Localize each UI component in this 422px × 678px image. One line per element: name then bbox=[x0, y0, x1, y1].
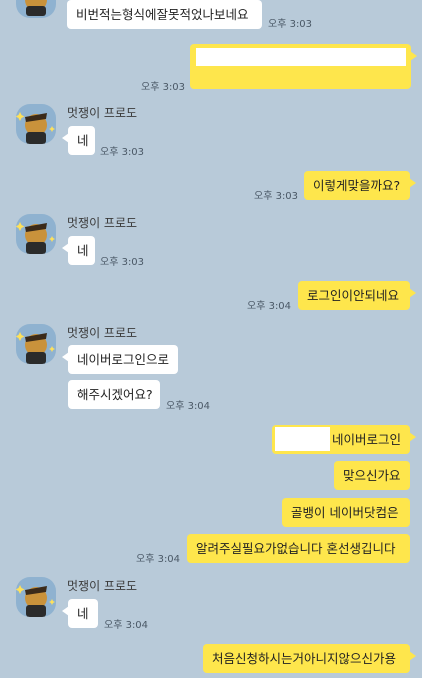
redaction-mask bbox=[275, 427, 330, 451]
profile-avatar[interactable] bbox=[16, 104, 56, 144]
redaction-mask bbox=[196, 48, 406, 66]
message-time: 오후 3:03 bbox=[100, 147, 145, 158]
message-bubble[interactable]: 알려주실필요가없습니다 혼선생깁니다 bbox=[187, 534, 410, 563]
message-time: 오후 3:04 bbox=[166, 401, 211, 412]
message-bubble[interactable]: 맞으신가요 bbox=[334, 461, 410, 490]
message-bubble[interactable]: 네 bbox=[62, 599, 98, 628]
message-time: 오후 3:03 bbox=[100, 257, 145, 268]
message-bubble-redacted[interactable] bbox=[190, 44, 417, 89]
profile-avatar[interactable] bbox=[16, 0, 56, 18]
message-time: 오후 3:04 bbox=[247, 301, 292, 312]
profile-avatar[interactable] bbox=[16, 577, 56, 617]
message-bubble[interactable]: 네이버로그인으로 bbox=[62, 345, 178, 374]
message-bubble[interactable]: 해주시겠어요? bbox=[68, 380, 160, 409]
message-bubble[interactable]: 네 bbox=[62, 126, 95, 155]
message-bubble[interactable]: 네 bbox=[62, 236, 95, 265]
message-time: 오후 3:03 bbox=[254, 191, 299, 202]
message-time: 오후 3:04 bbox=[104, 620, 149, 631]
message-time: 오후 3:03 bbox=[268, 19, 313, 30]
message-bubble[interactable]: 처음신청하시는거아니지않으신가용 bbox=[203, 644, 416, 673]
chat-message-list[interactable]: 비번적는형식에잘못적었나보네요 오후 3:03 오후 3:03 멋쟁이 프로도 … bbox=[0, 0, 422, 678]
profile-avatar[interactable] bbox=[16, 324, 56, 364]
message-bubble[interactable]: 비번적는형식에잘못적었나보네요 bbox=[67, 0, 262, 29]
sender-name: 멋쟁이 프로도 bbox=[67, 216, 138, 230]
sender-name: 멋쟁이 프로도 bbox=[67, 579, 138, 593]
message-time: 오후 3:03 bbox=[141, 82, 186, 93]
profile-avatar[interactable] bbox=[16, 214, 56, 254]
sender-name: 멋쟁이 프로도 bbox=[67, 106, 138, 120]
sender-name: 멋쟁이 프로도 bbox=[67, 326, 138, 340]
message-bubble[interactable]: 로그인이안되네요 bbox=[298, 281, 416, 310]
message-time: 오후 3:04 bbox=[136, 554, 181, 565]
message-bubble[interactable]: 골뱅이 네이버닷컴은 bbox=[282, 498, 410, 527]
message-bubble[interactable]: 이렇게맞을까요? bbox=[304, 171, 416, 200]
